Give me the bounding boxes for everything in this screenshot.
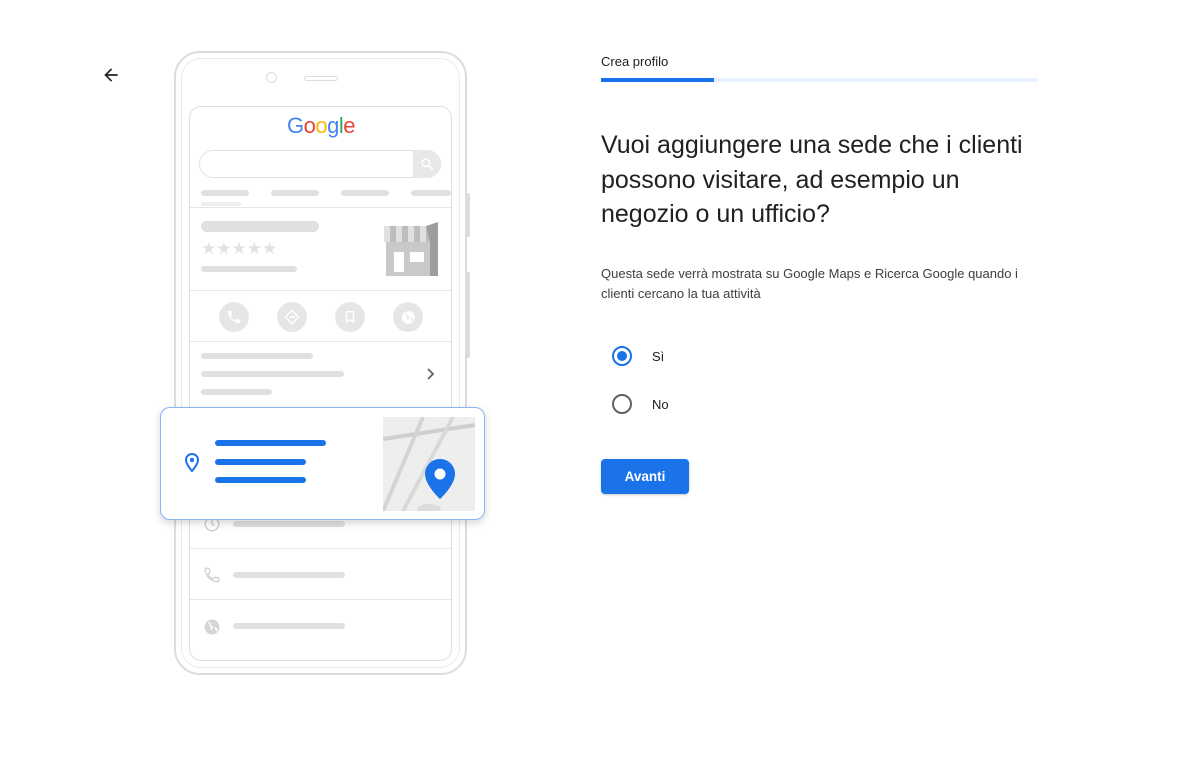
google-logo: Google	[287, 113, 356, 139]
illustration-search-bar	[199, 150, 441, 178]
highlight-line	[215, 477, 306, 483]
divider	[190, 290, 451, 291]
placeholder-business-name	[201, 221, 319, 232]
placeholder-tab	[201, 190, 249, 196]
illustration-search-button	[413, 150, 441, 178]
phone-icon	[228, 311, 240, 323]
radio-option-yes[interactable]: Sì	[612, 346, 664, 366]
radio-label: Sì	[652, 348, 665, 364]
action-save	[335, 302, 365, 332]
highlight-line	[215, 440, 326, 446]
phone-side-button	[466, 272, 470, 358]
phone-speaker	[304, 76, 338, 81]
radio-button[interactable]	[612, 394, 632, 414]
placeholder-line	[233, 521, 345, 527]
placeholder-tab-tail	[201, 202, 241, 206]
back-button[interactable]	[96, 60, 126, 90]
description-text: Questa sede verrà mostrata su Google Map…	[601, 266, 1018, 301]
progress-bar-fill	[601, 78, 714, 82]
logo-letter: g	[327, 113, 339, 138]
action-website	[393, 302, 423, 332]
placeholder-line	[233, 623, 345, 629]
directions-icon	[284, 309, 300, 325]
placeholder-line	[201, 371, 344, 377]
phone-side-button	[466, 193, 470, 237]
action-directions	[277, 302, 307, 332]
divider	[190, 548, 451, 549]
divider	[190, 341, 451, 342]
next-button[interactable]: Avanti	[601, 459, 689, 494]
placeholder-tab	[271, 190, 319, 196]
divider	[190, 599, 451, 600]
action-call	[219, 302, 249, 332]
placeholder-tab	[341, 190, 389, 196]
highlight-line	[215, 459, 306, 465]
location-card	[160, 407, 485, 520]
location-pin-icon	[184, 453, 200, 473]
globe-icon	[204, 619, 220, 635]
page-title: Vuoi aggiungere una sede che i clienti p…	[601, 131, 1023, 228]
radio-option-no[interactable]: No	[612, 394, 669, 414]
logo-letter: G	[287, 113, 304, 138]
placeholder-line	[201, 353, 313, 359]
globe-icon	[401, 310, 415, 324]
phone-camera	[266, 72, 277, 83]
placeholder-line	[201, 266, 297, 272]
logo-letter: o	[303, 113, 316, 138]
chevron-right-icon	[427, 368, 435, 380]
step-label: Crea profilo	[601, 54, 669, 69]
placeholder-line	[201, 389, 272, 395]
search-icon	[421, 158, 434, 171]
arrow-back-icon	[104, 68, 118, 82]
logo-letter: o	[315, 113, 328, 138]
placeholder-line	[233, 572, 345, 578]
store-icon	[384, 222, 438, 276]
phone-icon	[204, 567, 220, 583]
logo-letter: e	[343, 113, 356, 138]
radio-button[interactable]	[612, 346, 632, 366]
divider	[190, 207, 451, 208]
radio-label: No	[652, 396, 669, 412]
placeholder-tab	[411, 190, 451, 196]
map-thumbnail	[383, 417, 475, 511]
rating-stars: ★★★★★	[201, 239, 278, 258]
bookmark-icon	[345, 311, 355, 324]
